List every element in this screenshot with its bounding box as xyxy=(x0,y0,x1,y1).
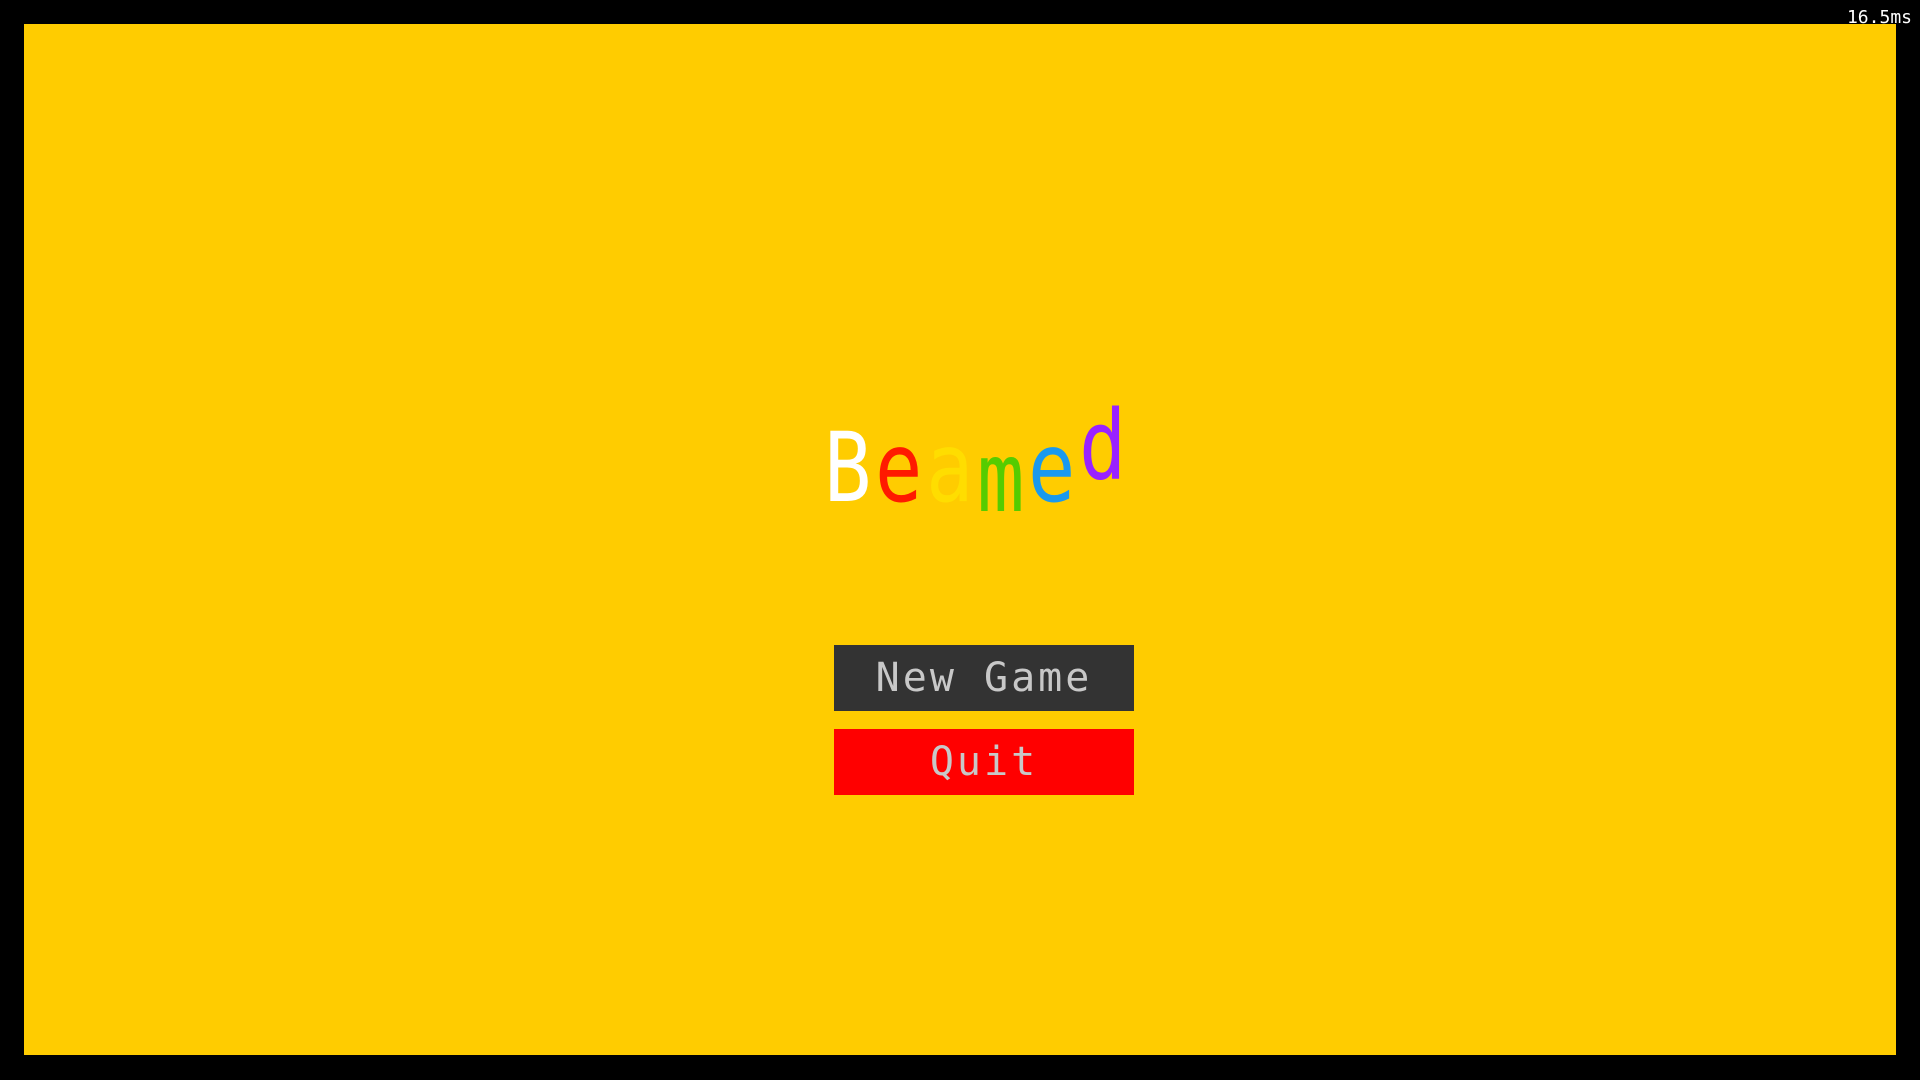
game-title: B e a m e d xyxy=(824,398,1140,540)
main-menu: New Game Quit xyxy=(834,645,1134,813)
title-letter-e: e xyxy=(875,412,923,524)
title-letter-e2: e xyxy=(1028,412,1076,524)
title-letter-b: B xyxy=(824,412,872,524)
title-letter-m: m xyxy=(977,422,1025,534)
new-game-button[interactable]: New Game xyxy=(834,645,1134,711)
title-letter-d: d xyxy=(1079,390,1127,502)
game-window: 16.5ms B e a m e d New Game Quit xyxy=(0,0,1920,1080)
main-menu-screen: B e a m e d New Game Quit xyxy=(24,24,1896,1055)
title-letter-a: a xyxy=(926,412,974,524)
quit-button[interactable]: Quit xyxy=(834,729,1134,795)
